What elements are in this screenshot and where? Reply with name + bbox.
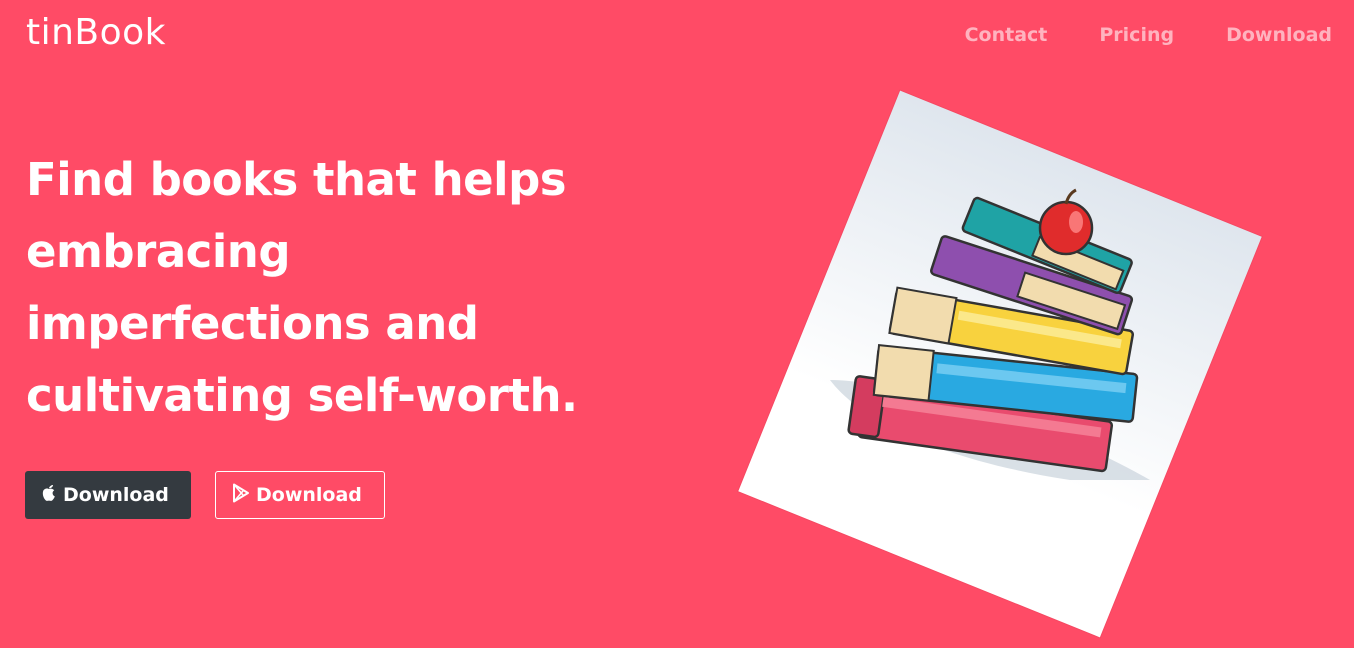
play-store-icon <box>232 483 250 508</box>
nav-pricing-link[interactable]: Pricing <box>1099 24 1174 46</box>
brand-logo[interactable]: tinBook <box>26 12 166 53</box>
apple-download-label: Download <box>63 484 169 506</box>
top-nav: Contact Pricing Download <box>965 24 1332 46</box>
headline-line: embracing <box>26 225 291 278</box>
stack-of-books-icon <box>830 188 1150 480</box>
play-store-download-button[interactable]: Download <box>215 471 385 519</box>
play-download-label: Download <box>256 484 362 506</box>
hero-headline: Find books that helps embracing imperfec… <box>26 144 676 432</box>
apple-fruit-icon <box>1038 188 1094 256</box>
nav-contact-link[interactable]: Contact <box>965 24 1048 46</box>
apple-download-button[interactable]: Download <box>25 471 191 519</box>
apple-icon <box>41 484 57 507</box>
headline-line: imperfections and <box>26 297 479 350</box>
nav-download-link[interactable]: Download <box>1226 24 1332 46</box>
headline-line: Find books that helps <box>26 153 567 206</box>
headline-line: cultivating self-worth. <box>26 369 578 422</box>
